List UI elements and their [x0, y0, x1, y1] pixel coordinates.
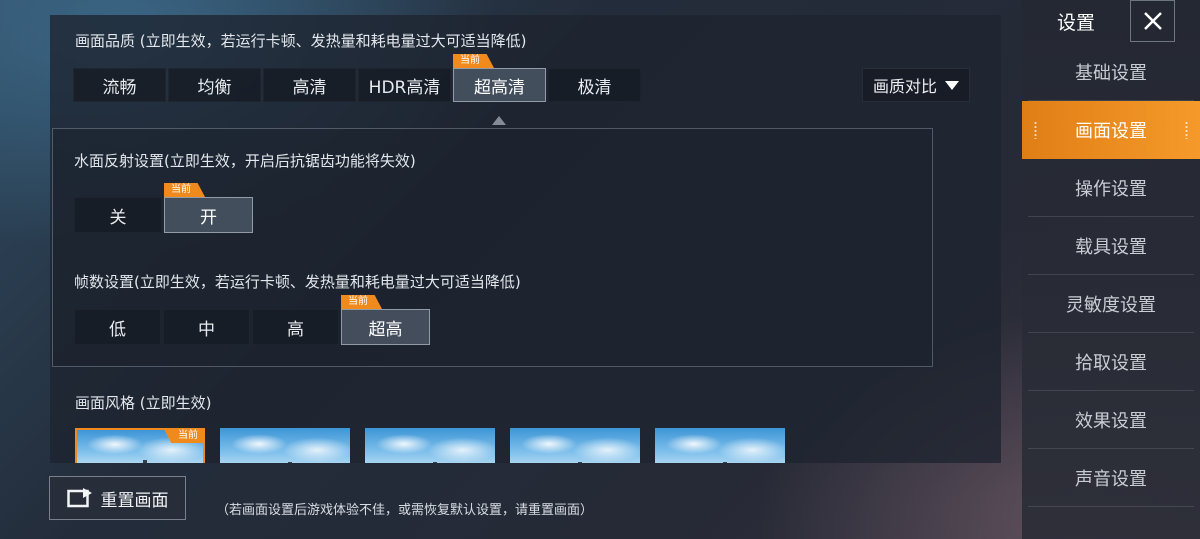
style-thumbnail[interactable]: [510, 428, 640, 463]
thumbnail-marker: [142, 460, 147, 463]
sidebar-item-label: 声音设置: [1075, 469, 1147, 490]
sidebar-item-controls[interactable]: 操作设置: [1022, 159, 1200, 217]
thumbnail-marker: [287, 462, 292, 463]
water-option-on[interactable]: 当前 开: [164, 183, 253, 233]
reset-graphics-button[interactable]: 重置画面: [49, 476, 186, 520]
style-thumbnail[interactable]: 当前: [75, 428, 205, 463]
sidebar-item-label: 画面设置: [1075, 121, 1147, 142]
settings-sidebar: 设置 基础设置 画面设置 操作设置 载具设置 灵敏度设置 拾取设置 效果设置 声…: [1022, 0, 1200, 539]
current-badge: 当前: [453, 54, 494, 68]
quality-option-label: 流畅: [102, 77, 137, 98]
style-thumbnail[interactable]: [655, 428, 785, 463]
fps-option-label: 高: [287, 319, 304, 340]
water-option-label: 关: [109, 207, 127, 228]
quality-option-balanced[interactable]: 均衡: [168, 68, 261, 102]
close-button[interactable]: [1130, 0, 1175, 42]
quality-title: 画面品质 (立即生效，若运行卡顿、发热量和耗电量过大可适当降低): [75, 32, 527, 50]
sidebar-title: 设置: [1056, 12, 1095, 34]
sidebar-item-label: 操作设置: [1075, 179, 1147, 200]
fps-option-high[interactable]: 高: [252, 309, 339, 345]
quality-option-hd[interactable]: 高清: [263, 68, 356, 102]
quality-selector: 流畅 均衡 高清 HDR高清 当前 超高清 极清: [73, 54, 641, 102]
quality-option-label: 高清: [292, 77, 327, 98]
quality-compare-dropdown[interactable]: 画质对比: [862, 68, 970, 102]
sidebar-menu: 基础设置 画面设置 操作设置 载具设置 灵敏度设置 拾取设置 效果设置 声音设置: [1022, 43, 1200, 507]
fps-option-label: 低: [109, 319, 126, 340]
current-badge: 当前: [164, 429, 204, 443]
reset-hint: （若画面设置后游戏体验不佳，或需恢复默认设置，请重置画面）: [216, 503, 594, 518]
style-thumbnail[interactable]: [365, 428, 495, 463]
water-option-off[interactable]: 关: [74, 197, 162, 233]
style-thumbnail[interactable]: [220, 428, 350, 463]
sidebar-item-label: 载具设置: [1075, 237, 1147, 258]
close-icon: [1143, 12, 1162, 30]
quality-option-label: 极清: [577, 77, 612, 98]
quality-option-uhd[interactable]: 当前 超高清: [453, 54, 546, 102]
sidebar-item-sensitivity[interactable]: 灵敏度设置: [1022, 275, 1200, 333]
fps-option-low[interactable]: 低: [74, 309, 161, 345]
triangle-down-icon: [945, 80, 959, 90]
quality-option-smooth[interactable]: 流畅: [73, 68, 166, 102]
thumbnail-marker: [722, 462, 727, 463]
sidebar-item-sound[interactable]: 声音设置: [1022, 449, 1200, 507]
quality-option-label: 超高清: [474, 77, 525, 98]
sidebar-item-label: 基础设置: [1075, 63, 1147, 84]
quality-option-hdr[interactable]: HDR高清: [358, 68, 451, 102]
reset-label: 重置画面: [100, 490, 169, 511]
advanced-subpanel: 水面反射设置(立即生效，开启后抗锯齿功能将失效) 关 当前 开 帧数设置(立即生…: [52, 128, 933, 367]
reset-icon: [66, 488, 92, 508]
style-title: 画面风格 (立即生效): [75, 394, 212, 412]
sidebar-item-basic[interactable]: 基础设置: [1022, 43, 1200, 101]
quality-option-extreme[interactable]: 极清: [548, 68, 641, 102]
sidebar-item-label: 拾取设置: [1075, 353, 1147, 374]
sidebar-item-graphics[interactable]: 画面设置: [1022, 101, 1200, 159]
style-thumbnails: 当前: [75, 428, 785, 463]
fps-option-medium[interactable]: 中: [163, 309, 250, 345]
sidebar-item-label: 灵敏度设置: [1066, 295, 1156, 316]
quality-option-label: HDR高清: [368, 77, 441, 98]
fps-option-label: 超高: [368, 319, 403, 340]
water-title: 水面反射设置(立即生效，开启后抗锯齿功能将失效): [74, 152, 416, 170]
sidebar-item-vehicle[interactable]: 载具设置: [1022, 217, 1200, 275]
fps-option-label: 中: [198, 319, 215, 340]
sidebar-item-label: 效果设置: [1075, 411, 1147, 432]
current-badge: 当前: [164, 183, 205, 197]
fps-title: 帧数设置(立即生效，若运行卡顿、发热量和耗电量过大可适当降低): [74, 273, 521, 291]
fps-selector: 低 中 高 当前 超高: [74, 295, 430, 345]
compare-label: 画质对比: [872, 77, 937, 96]
water-selector: 关 当前 开: [74, 183, 253, 233]
grip-icon: [1185, 121, 1188, 139]
caret-up-icon: [492, 116, 506, 125]
thumbnail-marker: [432, 462, 437, 463]
settings-panel: 画面品质 (立即生效，若运行卡顿、发热量和耗电量过大可适当降低) 流畅 均衡 高…: [50, 15, 1001, 463]
thumbnail-marker: [577, 462, 582, 463]
grip-icon: [1034, 121, 1037, 139]
sidebar-item-effects[interactable]: 效果设置: [1022, 391, 1200, 449]
current-badge: 当前: [341, 295, 382, 309]
quality-option-label: 均衡: [197, 77, 232, 98]
sidebar-item-pickup[interactable]: 拾取设置: [1022, 333, 1200, 391]
water-option-label: 开: [200, 207, 217, 228]
fps-option-ultra[interactable]: 当前 超高: [341, 295, 430, 345]
